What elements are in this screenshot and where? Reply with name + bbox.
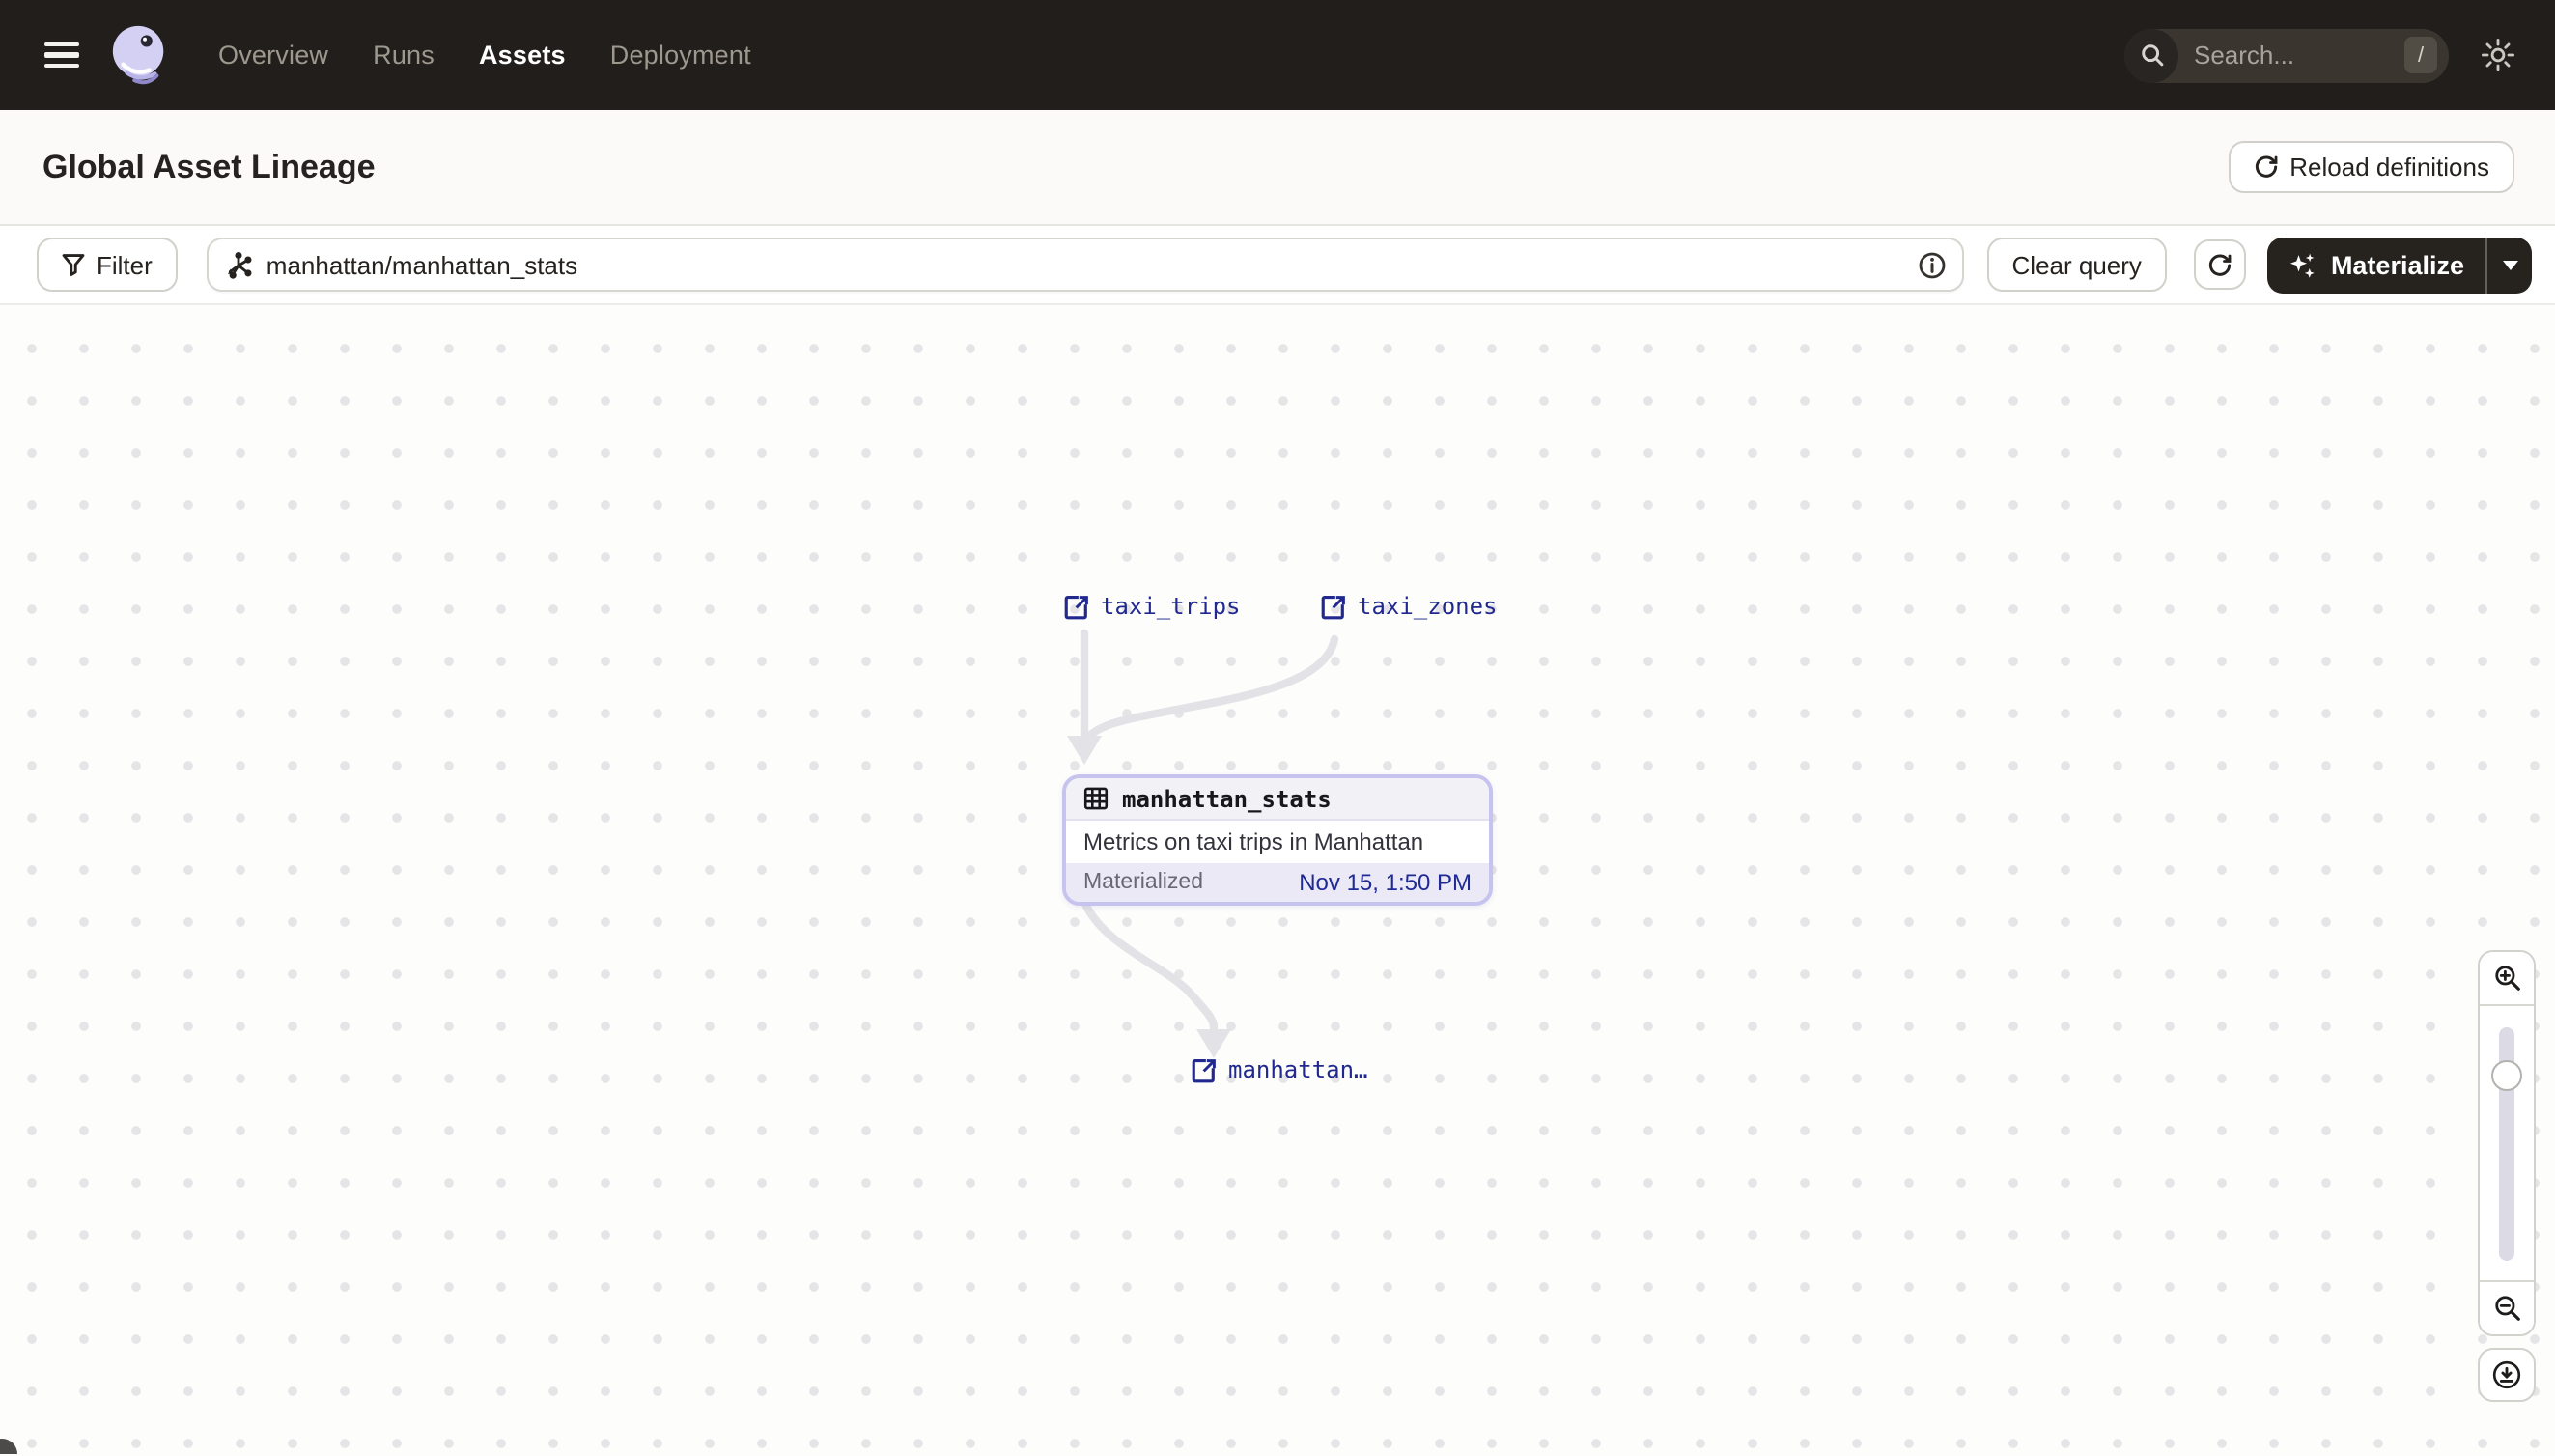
page-title: Global Asset Lineage bbox=[42, 148, 376, 184]
external-link-icon bbox=[1321, 595, 1345, 619]
refresh-icon bbox=[2208, 253, 2232, 275]
filter-button[interactable]: Filter bbox=[37, 238, 178, 292]
zoom-in-icon bbox=[2494, 966, 2519, 991]
materialize-label: Materialize bbox=[2330, 250, 2464, 279]
nav-item-deployment[interactable]: Deployment bbox=[610, 41, 751, 70]
search-icon bbox=[2124, 28, 2178, 82]
asset-query-value: manhattan/manhattan_stats bbox=[266, 250, 578, 279]
primary-nav: Overview Runs Assets Deployment bbox=[218, 41, 751, 70]
materialized-timestamp[interactable]: Nov 15, 1:50 PM bbox=[1299, 869, 1472, 896]
refresh-button[interactable] bbox=[2193, 239, 2246, 290]
asset-card-header: manhattan_stats bbox=[1066, 778, 1489, 821]
clear-query-button[interactable]: Clear query bbox=[1986, 238, 2167, 292]
hamburger-menu-icon[interactable] bbox=[44, 42, 79, 69]
asset-card-title: manhattan_stats bbox=[1122, 785, 1332, 812]
page-header: Global Asset Lineage Reload definitions bbox=[0, 110, 2555, 226]
asset-label: taxi_trips bbox=[1101, 593, 1241, 620]
top-navbar: Overview Runs Assets Deployment Search..… bbox=[0, 0, 2555, 110]
lineage-canvas[interactable]: taxi_trips taxi_zones manhattan_stats Me… bbox=[0, 305, 2555, 1454]
reload-icon bbox=[2253, 154, 2278, 180]
materialize-button[interactable]: Materialize bbox=[2266, 237, 2532, 293]
asset-node-taxi-trips[interactable]: taxi_trips bbox=[1064, 593, 1241, 620]
zoom-controls bbox=[2478, 950, 2536, 1402]
asset-card-footer: Materialized Nov 15, 1:50 PM bbox=[1066, 863, 1489, 902]
gear-icon[interactable] bbox=[2480, 37, 2516, 73]
materialized-status: Materialized bbox=[1083, 871, 1203, 894]
reload-definitions-button[interactable]: Reload definitions bbox=[2228, 141, 2514, 193]
nav-item-runs[interactable]: Runs bbox=[373, 41, 435, 70]
download-image-button[interactable] bbox=[2478, 1348, 2536, 1402]
materialize-dropdown-toggle[interactable] bbox=[2487, 237, 2532, 293]
asset-query-input[interactable]: manhattan/manhattan_stats bbox=[206, 238, 1964, 292]
asset-card-manhattan-stats[interactable]: manhattan_stats Metrics on taxi trips in… bbox=[1062, 774, 1493, 906]
nav-item-assets[interactable]: Assets bbox=[479, 41, 566, 70]
dagster-app: Overview Runs Assets Deployment Search..… bbox=[0, 0, 2555, 1456]
zoom-slider-thumb[interactable] bbox=[2491, 1060, 2522, 1091]
lineage-toolbar: Filter manhattan/manhattan_stats Clear q… bbox=[0, 226, 2555, 305]
asset-label: manhattan… bbox=[1228, 1056, 1368, 1083]
external-link-icon bbox=[1192, 1058, 1216, 1082]
filter-icon bbox=[62, 253, 85, 276]
asset-node-taxi-zones[interactable]: taxi_zones bbox=[1321, 593, 1498, 620]
nav-item-overview[interactable]: Overview bbox=[218, 41, 328, 70]
external-link-icon bbox=[1064, 595, 1088, 619]
chevron-down-icon bbox=[2502, 260, 2517, 269]
asset-graph-icon bbox=[224, 250, 253, 279]
clear-query-label: Clear query bbox=[2011, 250, 2142, 279]
download-icon bbox=[2492, 1360, 2521, 1389]
filter-label: Filter bbox=[97, 250, 153, 279]
asset-card-description: Metrics on taxi trips in Manhattan bbox=[1066, 821, 1489, 863]
dagster-logo[interactable] bbox=[108, 23, 172, 87]
asset-label: taxi_zones bbox=[1358, 593, 1498, 620]
zoom-slider[interactable] bbox=[2480, 1004, 2534, 1282]
info-icon[interactable] bbox=[1918, 250, 1947, 279]
sparkles-icon bbox=[2288, 250, 2317, 279]
zoom-out-icon bbox=[2494, 1296, 2519, 1321]
zoom-in-button[interactable] bbox=[2480, 952, 2534, 1004]
global-search-input[interactable]: Search... / bbox=[2124, 28, 2449, 82]
asset-node-manhattan-truncated[interactable]: manhattan… bbox=[1192, 1056, 1368, 1083]
zoom-out-button[interactable] bbox=[2480, 1282, 2534, 1334]
reload-definitions-label: Reload definitions bbox=[2289, 153, 2489, 182]
table-icon bbox=[1083, 787, 1109, 810]
search-shortcut-badge: / bbox=[2404, 37, 2437, 73]
search-placeholder: Search... bbox=[2194, 41, 2295, 70]
